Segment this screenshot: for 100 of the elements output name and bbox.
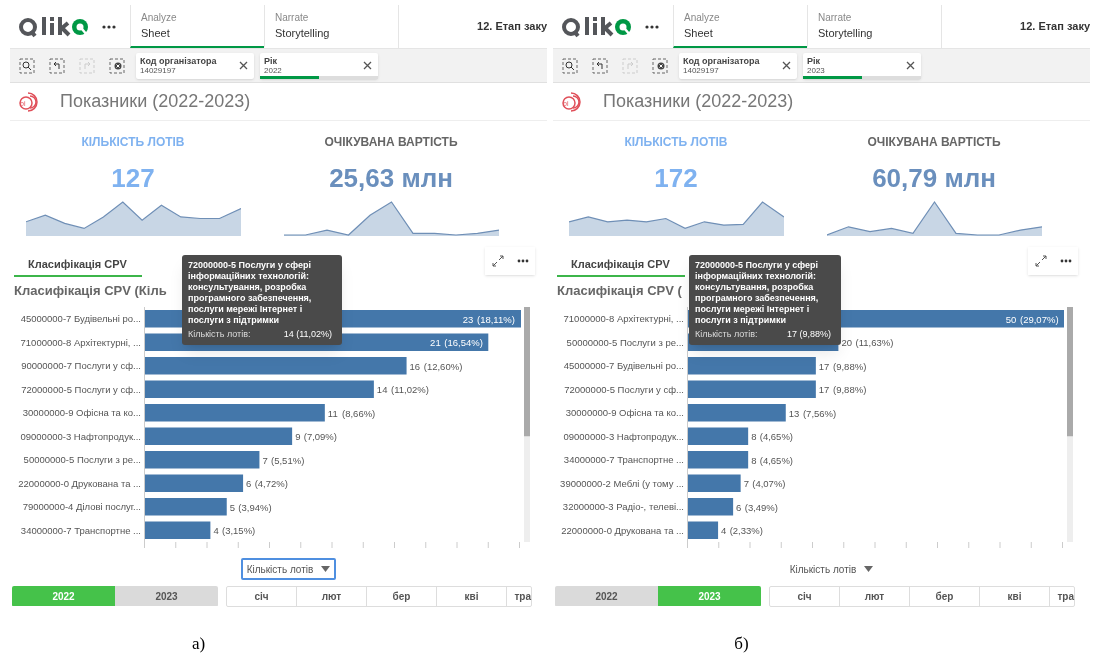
scrollbar[interactable] bbox=[1067, 307, 1073, 542]
filter-chip[interactable]: Рік 2023 bbox=[803, 52, 921, 79]
qlik-logo bbox=[18, 14, 90, 39]
month-button[interactable]: кві bbox=[980, 587, 1050, 606]
more-icon bbox=[516, 259, 529, 263]
share-label: (4,72%) bbox=[254, 478, 288, 489]
kpi-value: 127 bbox=[111, 162, 155, 195]
share-label: (3,94%) bbox=[238, 501, 272, 513]
axis-label: 22000000-0 Друкована та ... bbox=[561, 523, 684, 538]
value-label: 8 bbox=[751, 431, 757, 442]
measure-dropdown[interactable]: Кількість лотів bbox=[783, 558, 880, 580]
chart-tab[interactable]: Класифікація CPV bbox=[557, 253, 685, 277]
share-label: (18,11%) bbox=[477, 313, 515, 325]
value-label: 50 bbox=[1005, 313, 1017, 325]
measure-dropdown[interactable]: Кількість лотів bbox=[240, 558, 337, 580]
share-label: (9,88%) bbox=[833, 384, 867, 395]
axis-label: 72000000-5 Послуги у сф... bbox=[21, 382, 141, 397]
filter-chip[interactable]: Код організатора 14029197 bbox=[136, 52, 254, 79]
share-label: (5,51%) bbox=[271, 454, 305, 466]
scrollbar[interactable] bbox=[524, 307, 530, 542]
filter-label: Код організатора bbox=[683, 55, 761, 66]
tooltip-value: 14 (11,02%) bbox=[283, 329, 332, 340]
month-button[interactable]: бер bbox=[910, 587, 980, 606]
kpi-label: КІЛЬКІСТЬ ЛОТІВ bbox=[81, 134, 185, 151]
caret-icon bbox=[864, 566, 874, 572]
year-button[interactable]: 2022 bbox=[555, 586, 658, 606]
share-label: (11,63%) bbox=[855, 337, 894, 348]
value-label: 9 bbox=[295, 431, 301, 442]
filter-value: 2022 bbox=[264, 65, 283, 76]
value-label: 4 bbox=[721, 525, 727, 536]
share-label: (4,07%) bbox=[752, 478, 786, 489]
clear-selections-icon bbox=[652, 57, 668, 74]
share-label: (2,33%) bbox=[729, 525, 763, 536]
month-button[interactable]: кві bbox=[437, 587, 507, 606]
share-label: (3,49%) bbox=[744, 501, 778, 513]
value-label: 21 bbox=[430, 337, 441, 348]
share-label: (29,07%) bbox=[1020, 313, 1059, 325]
axis-label: 45000000-7 Будівельні ро... bbox=[20, 312, 141, 326]
value-label: 14 bbox=[376, 384, 388, 395]
axis-label: 45000000-7 Будівельні ро... bbox=[563, 359, 684, 373]
step-forward-icon bbox=[622, 57, 638, 74]
expand-icon bbox=[491, 255, 504, 267]
chart-tab[interactable]: Класифікація CPV bbox=[14, 253, 142, 277]
value-label: 11 bbox=[327, 407, 338, 419]
value-label: 6 bbox=[246, 478, 252, 489]
share-label: (11,02%) bbox=[391, 384, 429, 395]
filter-value: 2023 bbox=[807, 65, 826, 76]
share-label: (16,54%) bbox=[444, 337, 483, 348]
share-label: (7,56%) bbox=[802, 407, 837, 419]
share-label: (8,66%) bbox=[342, 407, 376, 419]
axis-label: 22000000-0 Друкована та ... bbox=[18, 476, 141, 491]
nav-tab[interactable]: Narrate Storytelling bbox=[807, 5, 941, 48]
more-icon bbox=[645, 24, 659, 29]
axis-label: 34000000-7 Транспортне ... bbox=[20, 523, 141, 538]
more-icon bbox=[102, 24, 116, 29]
month-button[interactable]: лют bbox=[297, 587, 367, 606]
filter-chip[interactable]: Рік 2022 bbox=[260, 52, 378, 79]
clear-selections-icon bbox=[109, 57, 125, 74]
sheet-title: Показники (2022-2023) bbox=[60, 90, 251, 113]
bar[interactable] bbox=[688, 498, 734, 516]
bar[interactable] bbox=[688, 521, 719, 539]
app-title: 12. Етап заку bbox=[477, 19, 547, 35]
year-button[interactable]: 2023 bbox=[115, 586, 218, 606]
month-button[interactable]: тра bbox=[1050, 587, 1074, 606]
axis-label: 50000000-5 Послуги з ре... bbox=[566, 335, 684, 350]
step-back-icon bbox=[49, 57, 65, 74]
filter-label: Код організатора bbox=[140, 55, 218, 66]
qlik-logo bbox=[561, 14, 633, 39]
value-label: 16 bbox=[409, 360, 421, 372]
axis-label: 72000000-5 Послуги у сф... bbox=[564, 382, 684, 397]
kpi-label: ОЧІКУВАНА ВАРТІСТЬ bbox=[867, 134, 1001, 151]
axis-label: 30000000-9 Офісна та ко... bbox=[22, 406, 141, 420]
axis-label: 79000000-4 Ділові послуг... bbox=[22, 500, 141, 514]
axis-label: 71000000-8 Архітектурні, ... bbox=[563, 312, 684, 326]
nav-tab[interactable]: Narrate Storytelling bbox=[264, 5, 398, 48]
smart-search-icon bbox=[562, 57, 578, 74]
figure-caption: б) bbox=[734, 633, 749, 655]
chart-title: Класифікація CPV (Кіль bbox=[14, 282, 167, 300]
month-button[interactable]: тра bbox=[507, 587, 531, 606]
filter-value: 14029197 bbox=[140, 65, 176, 76]
caret-icon bbox=[321, 566, 331, 572]
month-button[interactable]: січ bbox=[227, 587, 297, 606]
value-label: 6 bbox=[736, 501, 742, 513]
more-icon bbox=[1059, 259, 1072, 263]
axis-label: 32000000-3 Радіо-, телеві... bbox=[562, 500, 684, 514]
tooltip-title: 72000000-5 Послуги у сфері інформаційних технологій: консультування, розробка програмного забезпечення, послуги мережі Інтернет і послуги з підтримки bbox=[188, 260, 313, 326]
kpi-value: 172 bbox=[654, 162, 698, 195]
axis-label: 71000000-8 Архітектурні, ... bbox=[20, 335, 141, 350]
tooltip-title: 72000000-5 Послуги у сфері інформаційних технологій: консультування, розробка програмного забезпечення, послуги мережі Інтернет і послуги з підтримки bbox=[695, 260, 820, 326]
share-label: (9,88%) bbox=[833, 360, 867, 372]
filter-chip[interactable]: Код організатора 14029197 bbox=[679, 52, 797, 79]
kpi-label: ОЧІКУВАНА ВАРТІСТЬ bbox=[324, 134, 458, 151]
filter-value: 14029197 bbox=[683, 65, 719, 76]
value-label: 8 bbox=[751, 454, 757, 466]
filter-label: Рік bbox=[264, 55, 278, 66]
value-label: 4 bbox=[213, 525, 219, 536]
month-button[interactable]: лют bbox=[840, 587, 910, 606]
month-button[interactable]: січ bbox=[770, 587, 840, 606]
axis-label: 50000000-5 Послуги з ре... bbox=[23, 453, 141, 467]
month-button[interactable]: бер bbox=[367, 587, 437, 606]
